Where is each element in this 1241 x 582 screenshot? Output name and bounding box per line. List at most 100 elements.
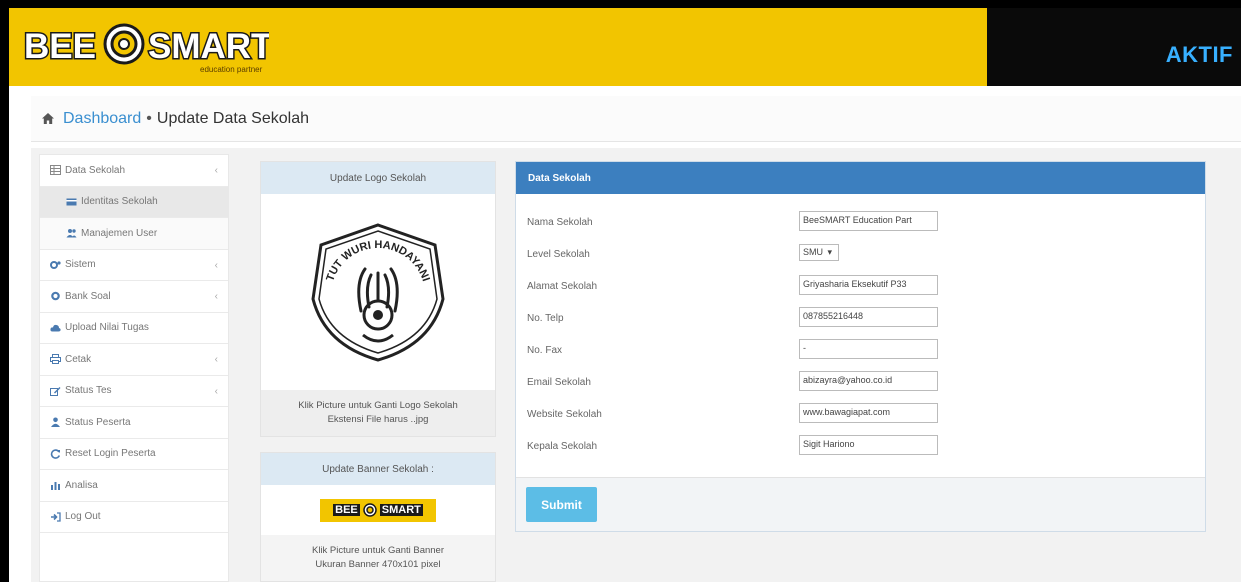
alamat-sekolah-input[interactable]: Griyasharia Eksekutif P33 — [799, 275, 938, 295]
logo-panel-note: Klik Picture untuk Ganti Logo Sekolah Ek… — [261, 390, 495, 436]
banner-panel-title: Update Banner Sekolah : — [261, 453, 495, 485]
status-label: AKTIF — [1165, 42, 1233, 67]
submit-button[interactable]: Submit — [526, 487, 597, 522]
field-label: Kepala Sekolah — [527, 441, 598, 452]
sidebar-item-label: Log Out — [65, 511, 101, 523]
chevron-left-icon: ‹ — [214, 165, 218, 176]
sidebar-item-status-peserta[interactable]: Status Peserta — [40, 407, 228, 439]
sidebar-item-label: Identitas Sekolah — [81, 196, 158, 208]
sidebar-item-label: Sistem — [65, 259, 96, 271]
breadcrumb-separator: • — [146, 109, 152, 127]
sidebar-item-label: Bank Soal — [65, 290, 111, 302]
edit-icon — [50, 386, 61, 396]
field-label: No. Telp — [527, 313, 564, 324]
form-row-level-sekolah: Level Sekolah SMU ▾ — [516, 239, 1205, 271]
sidebar-item-label: Reset Login Peserta — [65, 448, 156, 460]
sidebar-item-analisa[interactable]: Analisa — [40, 470, 228, 502]
form-footer: Submit — [516, 477, 1205, 531]
form-row-alamat-sekolah: Alamat Sekolah Griyasharia Eksekutif P33 — [516, 271, 1205, 303]
form-row-email-sekolah: Email Sekolah abizayra@yahoo.co.id — [516, 367, 1205, 399]
banner-note-line2: Ukuran Banner 470x101 pixel — [315, 559, 441, 570]
refresh-icon — [50, 449, 61, 459]
select-arrow-icon: ▾ — [827, 247, 833, 257]
logo-note-line1: Klik Picture untuk Ganti Logo Sekolah — [298, 400, 458, 411]
banner-text-right: SMART — [379, 504, 423, 516]
logo-panel-title: Update Logo Sekolah — [261, 162, 495, 194]
banner-logo-icon — [363, 503, 377, 517]
banner-note-line1: Klik Picture untuk Ganti Banner — [311, 545, 444, 556]
tut-wuri-handayani-emblem-icon: TUT WURI HANDAYANI — [311, 223, 445, 362]
sidebar-item-label: Status Tes — [65, 385, 112, 397]
no-fax-input[interactable]: - — [799, 339, 938, 359]
sidebar-item-label: Status Peserta — [65, 416, 131, 428]
level-sekolah-select[interactable]: SMU ▾ — [799, 244, 839, 261]
sidebar-item-cetak[interactable]: Cetak ‹ — [40, 344, 228, 376]
table-icon — [50, 165, 61, 176]
chevron-left-icon: ‹ — [214, 354, 218, 365]
field-label: No. Fax — [527, 345, 563, 356]
field-label: Level Sekolah — [527, 249, 590, 260]
email-sekolah-input[interactable]: abizayra@yahoo.co.id — [799, 371, 938, 391]
users-icon — [66, 229, 77, 238]
main-content: Data Sekolah ‹ Identitas Sekolah Manajem… — [31, 148, 1241, 582]
cogs-icon — [50, 260, 61, 269]
sidebar-item-manajemen-user[interactable]: Manajemen User — [40, 218, 228, 250]
sidebar-item-status-tes[interactable]: Status Tes ‹ — [40, 376, 228, 407]
chevron-left-icon: ‹ — [214, 259, 218, 271]
logo-text-smart: SMART — [148, 27, 269, 66]
kepala-sekolah-input[interactable]: Sigit Hariono — [799, 435, 938, 455]
banner-text-left: BEE — [333, 504, 360, 516]
logo-note-line2: Ekstensi File harus ..jpg — [327, 414, 429, 425]
banner-panel-note: Klik Picture untuk Ganti Banner Ukuran B… — [261, 535, 495, 581]
logo-text-bee: BEE — [24, 27, 96, 66]
sidebar-item-data-sekolah[interactable]: Data Sekolah ‹ — [40, 155, 228, 187]
sidebar-item-label: Manajemen User — [81, 227, 158, 239]
print-icon — [50, 354, 61, 365]
nama-sekolah-input[interactable]: BeeSMART Education Part — [799, 211, 938, 231]
website-sekolah-input[interactable]: www.bawagiapat.com — [799, 403, 938, 423]
form-title: Data Sekolah — [516, 162, 1205, 194]
banner-panel: Update Banner Sekolah : BEE SMART Klik P… — [260, 452, 496, 582]
brand-bar: BEE SMART education partner — [9, 8, 987, 86]
sign-out-icon — [51, 512, 61, 522]
form-row-no-fax: No. Fax - — [516, 335, 1205, 367]
field-label: Nama Sekolah — [527, 217, 593, 228]
sidebar-item-bank-soal[interactable]: Bank Soal ‹ — [40, 281, 228, 313]
sidebar-item-reset-login-peserta[interactable]: Reset Login Peserta — [40, 439, 228, 470]
cloud-upload-icon — [50, 324, 61, 332]
banner-picture[interactable]: BEE SMART — [261, 485, 495, 535]
top-header: BEE SMART education partner AKTIF — [9, 8, 1241, 86]
field-label: Email Sekolah — [527, 377, 591, 388]
bar-chart-icon — [51, 482, 60, 491]
banner-image: BEE SMART — [320, 498, 436, 522]
sidebar-item-label: Upload Nilai Tugas — [65, 322, 149, 334]
breadcrumb-dashboard-link[interactable]: Dashboard — [63, 110, 141, 128]
form-row-website-sekolah: Website Sekolah www.bawagiapat.com — [516, 399, 1205, 431]
gear-icon — [51, 291, 60, 301]
card-icon — [66, 198, 77, 206]
logo-panel: Update Logo Sekolah TUT WURI HANDAYANI K… — [260, 161, 496, 437]
form-row-nama-sekolah: Nama Sekolah BeeSMART Education Part — [516, 207, 1205, 239]
sidebar-item-label: Analisa — [65, 479, 98, 491]
sidebar-item-label: Cetak — [65, 353, 92, 365]
sidebar-item-log-out[interactable]: Log Out — [40, 502, 228, 533]
user-icon — [51, 417, 60, 428]
app-frame: BEE SMART education partner AKTIF Dashbo… — [9, 8, 1241, 582]
data-sekolah-form: Data Sekolah Nama Sekolah BeeSMART Educa… — [515, 161, 1206, 532]
school-logo-picture[interactable]: TUT WURI HANDAYANI — [261, 194, 495, 390]
header-dark-area: AKTIF — [987, 8, 1241, 86]
home-icon — [42, 113, 54, 124]
sidebar-item-label: Data Sekolah — [65, 164, 126, 176]
sidebar-item-identitas-sekolah[interactable]: Identitas Sekolah — [40, 186, 228, 218]
sidebar-item-sistem[interactable]: Sistem ‹ — [40, 250, 228, 281]
sidebar: Data Sekolah ‹ Identitas Sekolah Manajem… — [39, 154, 229, 582]
page-title: Update Data Sekolah — [156, 109, 309, 127]
no-telp-input[interactable]: 087855216448 — [799, 307, 938, 327]
breadcrumb: Dashboard • Update Data Sekolah — [31, 96, 1241, 142]
sidebar-item-upload-nilai-tugas[interactable]: Upload Nilai Tugas — [40, 313, 228, 344]
form-row-kepala-sekolah: Kepala Sekolah Sigit Hariono — [516, 431, 1205, 463]
beesmart-logo[interactable]: BEE SMART education partner — [24, 22, 269, 74]
field-label: Website Sekolah — [527, 409, 602, 420]
chevron-left-icon: ‹ — [214, 385, 218, 397]
chevron-left-icon: ‹ — [214, 291, 218, 302]
